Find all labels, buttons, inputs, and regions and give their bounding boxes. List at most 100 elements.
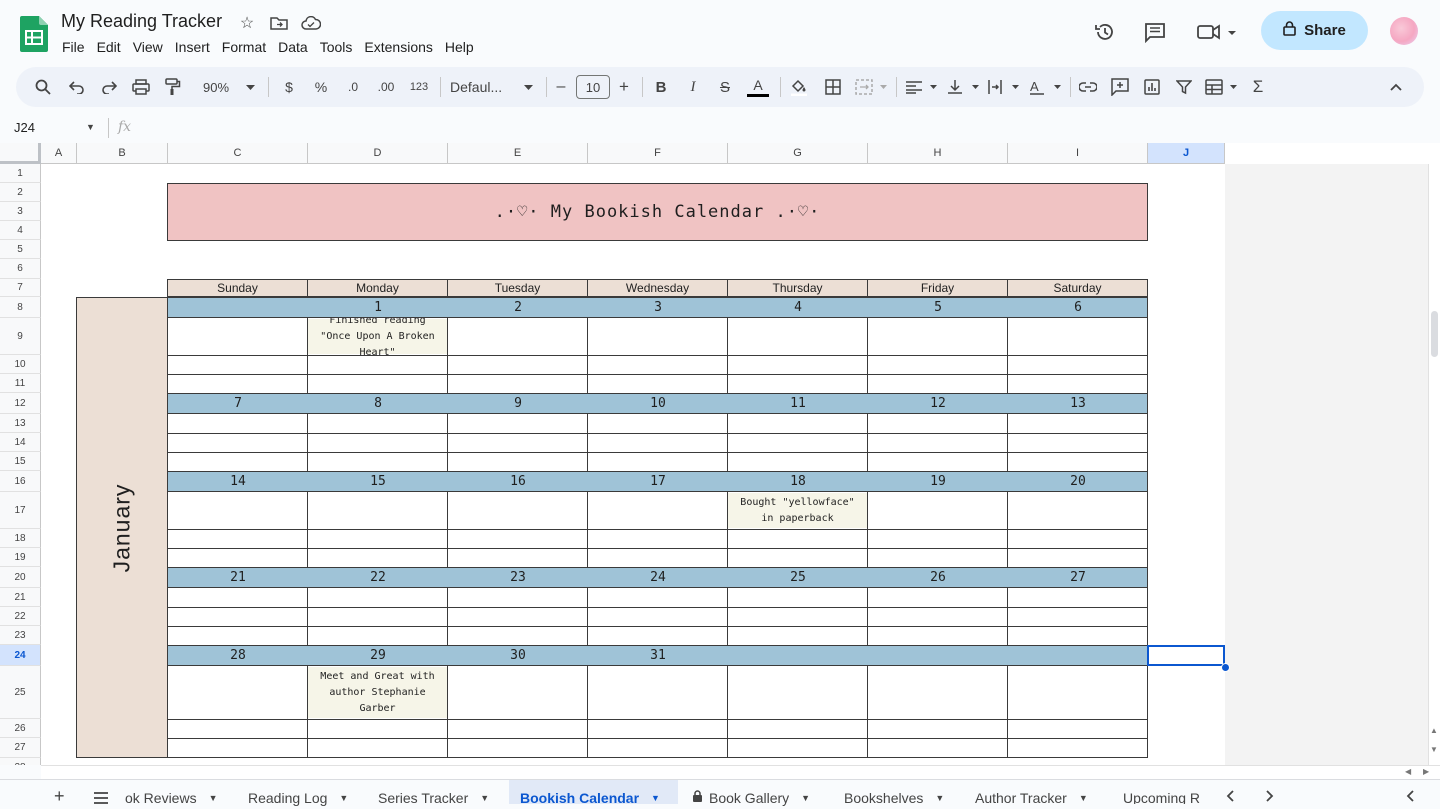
paint-format-icon[interactable] xyxy=(162,75,184,99)
decrease-decimal-button[interactable]: .0 xyxy=(342,75,364,99)
date-cell[interactable]: 6 xyxy=(1008,298,1148,317)
fill-handle[interactable] xyxy=(1221,663,1230,672)
version-history-icon[interactable] xyxy=(1089,16,1121,48)
chevron-right-icon[interactable] xyxy=(1266,789,1274,807)
menu-tools[interactable]: Tools xyxy=(314,38,359,58)
row-header[interactable]: 9 xyxy=(0,318,41,355)
select-all-corner[interactable] xyxy=(0,143,41,164)
insert-link-icon[interactable] xyxy=(1076,75,1100,99)
all-sheets-icon[interactable] xyxy=(93,791,109,809)
row-header[interactable]: 19 xyxy=(0,548,41,567)
row-header[interactable]: 1 xyxy=(0,164,41,183)
row-header[interactable]: 22 xyxy=(0,607,41,626)
column-header-h[interactable]: H xyxy=(868,143,1008,164)
comments-icon[interactable] xyxy=(1139,16,1171,48)
currency-format-button[interactable]: $ xyxy=(278,75,300,99)
row-header[interactable]: 13 xyxy=(0,414,41,433)
date-cell[interactable]: 8 xyxy=(308,394,448,413)
date-cell[interactable]: 25 xyxy=(728,568,868,587)
date-cell[interactable]: 5 xyxy=(868,298,1008,317)
date-cell[interactable]: 1 xyxy=(308,298,448,317)
fill-color-icon[interactable] xyxy=(788,75,810,99)
row-header[interactable]: 11 xyxy=(0,374,41,393)
date-cell[interactable]: 12 xyxy=(868,394,1008,413)
print-icon[interactable] xyxy=(130,75,152,99)
row-header[interactable]: 7 xyxy=(0,279,41,297)
date-cell[interactable]: 31 xyxy=(588,646,728,665)
date-cell[interactable]: 27 xyxy=(1008,568,1148,587)
strikethrough-icon[interactable]: S xyxy=(714,75,736,99)
date-cell[interactable]: 9 xyxy=(448,394,588,413)
filter-views-icon[interactable] xyxy=(1204,75,1240,99)
undo-icon[interactable] xyxy=(66,75,88,99)
text-rotation-icon[interactable]: A xyxy=(1028,75,1064,99)
vertical-scroll-thumb[interactable] xyxy=(1431,311,1438,357)
calendar-note[interactable]: Meet and Great with author Stephanie Gar… xyxy=(308,667,447,718)
vertical-scrollbar[interactable] xyxy=(1428,164,1440,765)
chevron-down-icon[interactable]: ▼ xyxy=(651,793,660,803)
date-cell[interactable] xyxy=(1008,646,1148,665)
date-cell[interactable]: 7 xyxy=(168,394,308,413)
column-header-i[interactable]: I xyxy=(1008,143,1148,164)
date-cell[interactable]: 22 xyxy=(308,568,448,587)
column-header-e[interactable]: E xyxy=(448,143,588,164)
date-cell[interactable]: 15 xyxy=(308,472,448,491)
column-header-c[interactable]: C xyxy=(168,143,308,164)
font-dropdown-icon[interactable] xyxy=(520,75,536,99)
font-size-field[interactable]: 10 xyxy=(576,75,610,99)
column-header-f[interactable]: F xyxy=(588,143,728,164)
italic-icon[interactable]: I xyxy=(682,75,704,99)
redo-icon[interactable] xyxy=(98,75,120,99)
scroll-down-icon[interactable]: ▼ xyxy=(1430,745,1438,754)
bold-icon[interactable]: B xyxy=(650,75,672,99)
sheet-tab-book-reviews[interactable]: ok Reviews ▼ xyxy=(125,780,235,806)
date-cell[interactable]: 14 xyxy=(168,472,308,491)
add-sheet-icon[interactable]: + xyxy=(54,786,65,807)
menu-view[interactable]: View xyxy=(127,38,169,58)
merge-cells-icon[interactable] xyxy=(854,75,890,99)
scroll-left-icon[interactable]: ◀ xyxy=(1405,767,1411,776)
name-box[interactable]: J24 xyxy=(14,120,35,135)
cloud-status-icon[interactable] xyxy=(301,13,321,33)
more-formats-button[interactable]: 123 xyxy=(406,75,432,99)
date-cell[interactable] xyxy=(168,298,308,317)
text-color-icon[interactable]: A xyxy=(746,75,770,99)
column-header-a[interactable]: A xyxy=(41,143,77,164)
zoom-dropdown-icon[interactable] xyxy=(242,75,258,99)
sheets-logo-icon[interactable] xyxy=(20,16,48,52)
date-cell[interactable]: 11 xyxy=(728,394,868,413)
spreadsheet-grid[interactable]: A B C D E F G H I J 1 2 3 4 5 6 7 8 9 10… xyxy=(0,143,1440,765)
increase-font-size-button[interactable]: + xyxy=(615,75,633,99)
document-title[interactable]: My Reading Tracker xyxy=(61,11,222,32)
menu-edit[interactable]: Edit xyxy=(91,38,127,58)
insert-comment-icon[interactable] xyxy=(1108,75,1132,99)
column-header-j[interactable]: J xyxy=(1148,143,1225,164)
selected-cell[interactable] xyxy=(1147,645,1225,666)
row-header[interactable]: 10 xyxy=(0,355,41,374)
font-size-value[interactable]: 10 xyxy=(576,75,610,99)
row-header[interactable]: 27 xyxy=(0,738,41,758)
borders-icon[interactable] xyxy=(822,75,844,99)
row-header[interactable]: 25 xyxy=(0,666,41,719)
row-header[interactable]: 15 xyxy=(0,452,41,471)
sheet-tab-reading-log[interactable]: Reading Log ▼ xyxy=(248,780,368,806)
date-cell[interactable]: 17 xyxy=(588,472,728,491)
functions-icon[interactable]: Σ xyxy=(1246,75,1270,99)
row-header[interactable]: 8 xyxy=(0,297,41,318)
sheet-tab-bookshelves[interactable]: Bookshelves ▼ xyxy=(844,780,964,806)
sheet-tab-series-tracker[interactable]: Series Tracker ▼ xyxy=(378,780,508,806)
row-header[interactable]: 4 xyxy=(0,221,41,240)
sheet-tab-upcoming-releases[interactable]: Upcoming R xyxy=(1123,780,1209,804)
horizontal-scrollbar[interactable]: ◀ ▶ xyxy=(41,765,1440,780)
filter-icon[interactable] xyxy=(1172,75,1196,99)
menu-extensions[interactable]: Extensions xyxy=(358,38,438,58)
chevron-left-icon[interactable] xyxy=(1226,789,1234,807)
date-cell[interactable]: 30 xyxy=(448,646,588,665)
date-cell[interactable]: 23 xyxy=(448,568,588,587)
star-icon[interactable]: ☆ xyxy=(237,13,257,33)
calendar-note[interactable]: Bought "yellowface" in paperback xyxy=(728,493,867,528)
row-header[interactable]: 6 xyxy=(0,259,41,279)
date-cell[interactable]: 2 xyxy=(448,298,588,317)
menu-insert[interactable]: Insert xyxy=(169,38,216,58)
horizontal-align-icon[interactable] xyxy=(904,75,940,99)
